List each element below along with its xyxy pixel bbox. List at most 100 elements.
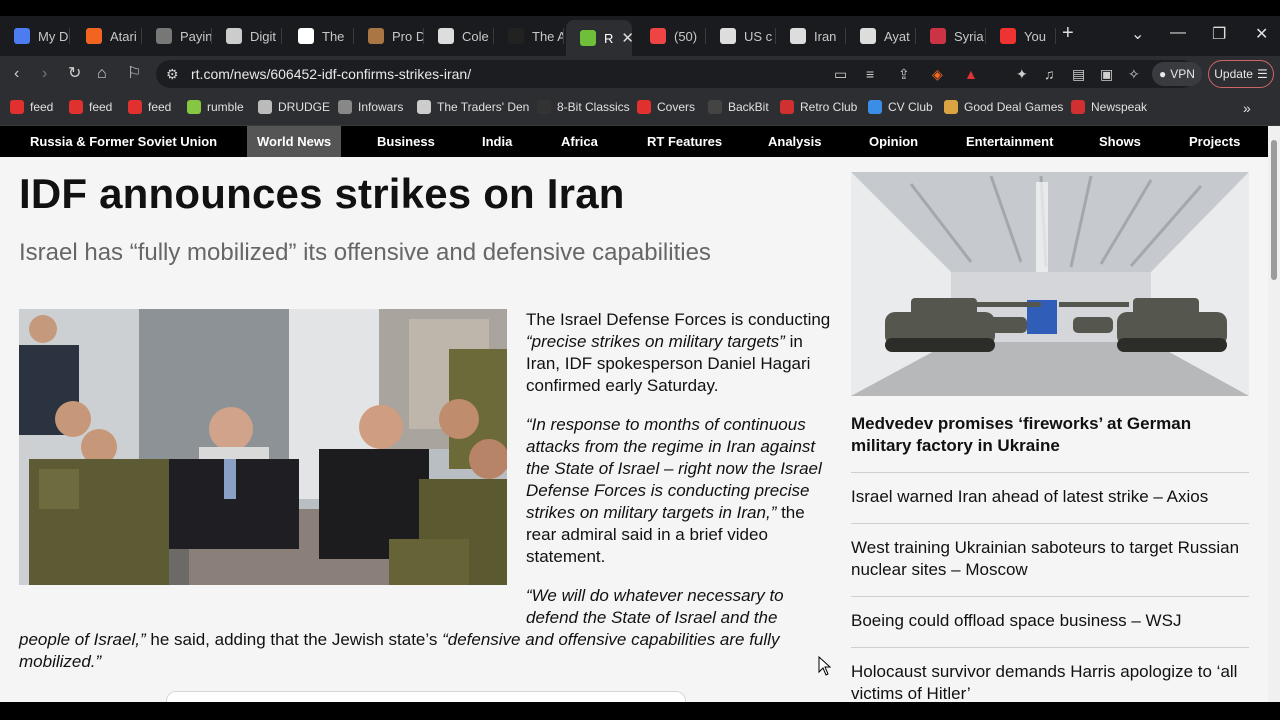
- bookmark-item[interactable]: CV Club: [868, 100, 933, 114]
- browser-tab[interactable]: (50): [636, 20, 706, 52]
- home-icon[interactable]: ⌂: [97, 64, 107, 84]
- browser-tab[interactable]: You: [986, 20, 1056, 52]
- dark-logo-icon: [508, 28, 524, 44]
- article-paragraph-1: The Israel Defense Forces is conducting …: [526, 310, 831, 395]
- bookmark-item[interactable]: Retro Club: [780, 100, 857, 114]
- back-icon[interactable]: ‹: [14, 64, 19, 84]
- bookmark-icon[interactable]: ⚐: [127, 64, 141, 84]
- cast-icon[interactable]: ▭: [834, 66, 847, 83]
- restore-icon[interactable]: ❐: [1212, 24, 1226, 44]
- bookmark-favicon-icon: [637, 100, 651, 114]
- bookmark-item[interactable]: Infowars: [338, 100, 403, 114]
- bookmark-item[interactable]: The Traders' Den: [417, 100, 529, 114]
- more-bookmarks-icon[interactable]: »: [1243, 100, 1251, 116]
- tab-title: (50): [674, 28, 698, 44]
- url-text[interactable]: rt.com/news/606452-idf-confirms-strikes-…: [191, 66, 471, 82]
- update-button[interactable]: Update ☰: [1208, 60, 1274, 88]
- article-paragraph-2: “In response to months of continuous att…: [526, 415, 822, 566]
- bookmark-item[interactable]: feed: [69, 100, 112, 114]
- nav-item[interactable]: Analysis: [768, 126, 821, 157]
- browser-tab[interactable]: US c: [706, 20, 776, 52]
- quote-precise-strikes: “precise strikes on military targets”: [526, 332, 785, 351]
- extensions-icon[interactable]: ✦: [1016, 66, 1028, 83]
- wallet-icon[interactable]: ▣: [1100, 66, 1113, 83]
- close-window-icon[interactable]: ✕: [1255, 24, 1268, 44]
- bookmark-item[interactable]: BackBit: [708, 100, 769, 114]
- browser-tab[interactable]: Pro D: [354, 20, 424, 52]
- browser-tab[interactable]: Digit: [212, 20, 282, 52]
- close-tab-icon[interactable]: ✕: [621, 29, 632, 47]
- person-icon: [860, 28, 876, 44]
- browser-tab[interactable]: The A: [494, 20, 564, 52]
- tab-title: You: [1024, 28, 1046, 44]
- browser-tab[interactable]: The: [284, 20, 354, 52]
- taskbar-edge: [0, 702, 1280, 720]
- browser-tab[interactable]: Syria: [916, 20, 986, 52]
- bookmark-favicon-icon: [128, 100, 142, 114]
- bookmark-item[interactable]: 8-Bit Classics: [537, 100, 630, 114]
- new-tab-button[interactable]: +: [1062, 22, 1074, 45]
- bookmark-label: BackBit: [728, 100, 769, 114]
- leo-ai-icon[interactable]: ✧: [1128, 66, 1140, 83]
- nav-item[interactable]: Entertainment: [966, 126, 1053, 157]
- shield-icon: [14, 28, 30, 44]
- brave-shield-icon[interactable]: ◈: [932, 66, 943, 83]
- bookmark-item[interactable]: rumble: [187, 100, 244, 114]
- tab-title: Pro D: [392, 28, 424, 44]
- bookmark-item[interactable]: feed: [10, 100, 53, 114]
- article-subheadline: Israel has “fully mobilized” its offensi…: [19, 239, 711, 266]
- scrollbar-thumb[interactable]: [1271, 140, 1277, 280]
- tab-title: US c: [744, 28, 773, 44]
- menu-icon: ☰: [1256, 67, 1268, 81]
- address-toolbar: ‹ › ↻ ⌂ ⚐ ⚙ rt.com/news/606452-idf-confi…: [0, 56, 1280, 92]
- address-bar[interactable]: ⚙ rt.com/news/606452-idf-confirms-strike…: [156, 60, 1196, 88]
- nav-item[interactable]: Africa: [561, 126, 598, 157]
- forward-icon[interactable]: ›: [42, 64, 47, 84]
- nav-item[interactable]: India: [482, 126, 512, 157]
- divider: [851, 523, 1249, 524]
- sidebar-link[interactable]: Holocaust survivor demands Harris apolog…: [851, 661, 1249, 702]
- reload-icon[interactable]: ↻: [68, 64, 81, 84]
- browser-tab[interactable]: Atari: [72, 20, 142, 52]
- tab-search-icon[interactable]: ⌄: [1131, 24, 1144, 44]
- nav-item[interactable]: Projects: [1189, 126, 1240, 157]
- reader-icon[interactable]: ≡: [866, 66, 874, 82]
- bag-icon: [368, 28, 384, 44]
- sidebar-link[interactable]: Israel warned Iran ahead of latest strik…: [851, 486, 1249, 508]
- nav-item[interactable]: Business: [377, 126, 435, 157]
- bookmark-item[interactable]: Newspeak: [1071, 100, 1147, 114]
- browser-tab[interactable]: Payin: [142, 20, 212, 52]
- bookmark-item[interactable]: DRUDGE: [258, 100, 330, 114]
- sidebar-link[interactable]: West training Ukrainian saboteurs to tar…: [851, 537, 1249, 581]
- nav-item[interactable]: RT Features: [647, 126, 722, 157]
- minimize-icon[interactable]: —: [1170, 24, 1186, 42]
- site-info-icon[interactable]: ⚙: [166, 66, 179, 83]
- bookmark-item[interactable]: Good Deal Games: [944, 100, 1063, 114]
- browser-tab[interactable]: Cole: [424, 20, 494, 52]
- media-icon[interactable]: ♫: [1044, 66, 1055, 82]
- nav-item[interactable]: Opinion: [869, 126, 918, 157]
- browser-tab[interactable]: My D: [0, 20, 70, 52]
- mouse-cursor-icon: [818, 656, 832, 676]
- bookmark-favicon-icon: [944, 100, 958, 114]
- sidebar-lead-headline[interactable]: Medvedev promises ‘fireworks’ at German …: [851, 413, 1249, 457]
- browser-tab[interactable]: R ✕: [566, 20, 632, 56]
- browser-tab[interactable]: Ayat: [846, 20, 916, 52]
- rewards-icon[interactable]: ▲: [964, 66, 978, 82]
- share-icon[interactable]: ⇪: [898, 66, 910, 83]
- bookmark-item[interactable]: Covers: [637, 100, 695, 114]
- bookmark-item[interactable]: feed: [128, 100, 171, 114]
- nav-item[interactable]: Shows: [1099, 126, 1141, 157]
- sidebar-toggle-icon[interactable]: ▤: [1072, 66, 1085, 83]
- browser-tab[interactable]: Iran: [776, 20, 846, 52]
- nav-item[interactable]: Russia & Former Soviet Union: [30, 126, 217, 157]
- bookmark-label: CV Club: [888, 100, 933, 114]
- page-scrollbar[interactable]: [1268, 126, 1280, 702]
- vpn-button[interactable]: ● VPN: [1152, 62, 1202, 86]
- nav-item[interactable]: World News: [247, 126, 342, 157]
- sidebar-lead-image[interactable]: [851, 172, 1249, 396]
- article-paragraph-3: “We will do whatever necessary to defend…: [19, 586, 784, 671]
- sidebar-link[interactable]: Boeing could offload space business – WS…: [851, 610, 1249, 632]
- embed-card[interactable]: [166, 691, 686, 702]
- article-headline: IDF announces strikes on Iran: [19, 170, 625, 217]
